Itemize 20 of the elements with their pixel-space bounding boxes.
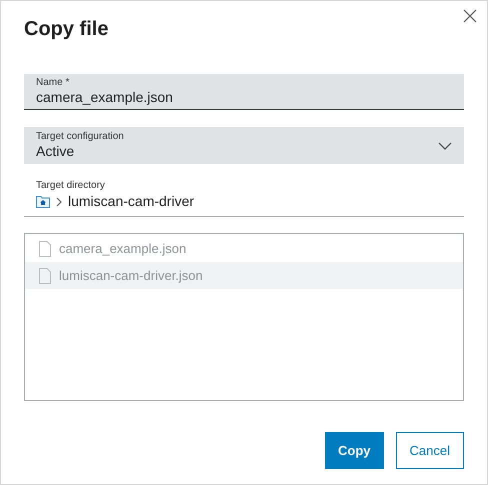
- chevron-down-icon: [438, 142, 452, 150]
- dialog-title: Copy file: [24, 17, 110, 42]
- home-folder-icon[interactable]: [36, 196, 50, 208]
- field-label: Name *: [36, 77, 70, 89]
- cancel-button[interactable]: Cancel: [396, 432, 464, 469]
- close-icon: [463, 9, 477, 23]
- file-icon: [39, 268, 51, 284]
- name-field[interactable]: Name * camera_example.json: [24, 74, 464, 110]
- field-label: Target directory: [36, 180, 106, 192]
- field-value: camera_example.json: [36, 89, 174, 106]
- file-item[interactable]: camera_example.json: [25, 235, 463, 262]
- field-value: Active: [36, 143, 76, 160]
- copy-button[interactable]: Copy: [325, 432, 384, 469]
- chevron-right-icon: [56, 196, 62, 206]
- file-icon: [39, 240, 51, 256]
- file-item[interactable]: lumiscan-cam-driver.json: [25, 262, 463, 289]
- breadcrumb-link[interactable]: lumiscan-cam-driver: [68, 193, 194, 210]
- field-label: Target configuration: [36, 131, 125, 143]
- configuration-dropdown[interactable]: Target configuration Active: [24, 127, 464, 164]
- close-button[interactable]: [461, 7, 479, 25]
